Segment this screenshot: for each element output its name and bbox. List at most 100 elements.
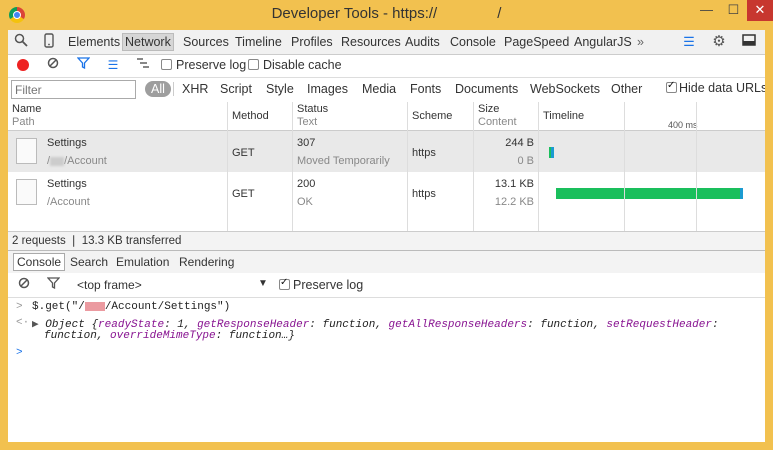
devtools-content: Elements Network Sources Timeline Profil… xyxy=(8,30,765,442)
tab-pagespeed[interactable]: PageSpeed xyxy=(504,34,569,50)
row-path: /Account xyxy=(47,196,90,208)
disable-cache-checkbox[interactable] xyxy=(248,59,259,70)
window-frame: Developer Tools - https:// / — ☐ ✕ Eleme… xyxy=(0,0,773,450)
header-method[interactable]: Method xyxy=(232,110,269,123)
filter-fonts[interactable]: Fonts xyxy=(410,81,441,97)
table-row[interactable]: Settings //Account GET 307 Moved Tempora… xyxy=(8,131,765,172)
tab-audits[interactable]: Audits xyxy=(405,34,440,50)
tab-angularjs[interactable]: AngularJS xyxy=(574,34,632,50)
row-status: 200 xyxy=(297,178,316,190)
gear-icon[interactable]: ⚙ xyxy=(710,33,728,51)
row-scheme: https xyxy=(412,147,436,159)
row-method: GET xyxy=(232,188,255,200)
header-name[interactable]: Name xyxy=(12,103,41,116)
column-divider[interactable] xyxy=(473,102,474,231)
close-button[interactable]: ✕ xyxy=(747,0,773,21)
table-header: Name Path Method Status Text Scheme Size… xyxy=(8,102,765,131)
document-icon xyxy=(16,179,37,205)
row-content: 12.2 KB xyxy=(494,196,534,208)
overview-icon[interactable] xyxy=(135,57,151,73)
filter-media[interactable]: Media xyxy=(362,81,396,97)
preserve-log-checkbox[interactable] xyxy=(161,59,172,70)
timeline-gridline xyxy=(624,102,625,231)
title-bar[interactable]: Developer Tools - https:// / — ☐ ✕ xyxy=(0,0,773,30)
row-status-text: Moved Temporarily xyxy=(297,155,390,167)
row-path: //Account xyxy=(47,155,107,167)
clear-console-icon[interactable] xyxy=(16,277,32,293)
network-table: Name Path Method Status Text Scheme Size… xyxy=(8,102,765,231)
column-divider[interactable] xyxy=(538,102,539,231)
filter-documents[interactable]: Documents xyxy=(455,81,518,97)
header-content[interactable]: Content xyxy=(478,116,517,129)
row-size: 13.1 KB xyxy=(494,178,534,190)
filter-icon[interactable] xyxy=(75,57,91,73)
filter-script[interactable]: Script xyxy=(220,81,252,97)
timeline-bar-receiving xyxy=(551,147,554,158)
inspect-element-icon[interactable] xyxy=(12,33,30,51)
drawer-tab-emulation[interactable]: Emulation xyxy=(116,255,169,269)
panel-tab-bar: Elements Network Sources Timeline Profil… xyxy=(8,30,765,55)
filter-other[interactable]: Other xyxy=(611,81,642,97)
column-divider[interactable] xyxy=(227,102,228,231)
tab-timeline[interactable]: Timeline xyxy=(235,34,282,50)
maximize-button[interactable]: ☐ xyxy=(720,0,747,21)
column-divider[interactable] xyxy=(407,102,408,231)
chevron-down-icon[interactable]: ▼ xyxy=(258,278,268,289)
header-scheme[interactable]: Scheme xyxy=(412,110,452,123)
frame-selector[interactable]: <top frame> xyxy=(77,278,142,292)
filter-websockets[interactable]: WebSockets xyxy=(530,81,600,97)
filter-xhr[interactable]: XHR xyxy=(182,81,208,97)
console-filter-icon[interactable] xyxy=(45,277,61,293)
filter-input[interactable] xyxy=(11,80,136,99)
tab-resources[interactable]: Resources xyxy=(341,34,401,50)
header-path[interactable]: Path xyxy=(12,116,35,129)
drawer-tab-console[interactable]: Console xyxy=(13,253,66,271)
status-summary: 2 requests ❘ 13.3 KB transferred xyxy=(8,231,765,251)
table-row[interactable]: Settings /Account GET 200 OK https 13.1 … xyxy=(8,172,765,213)
row-name: Settings xyxy=(47,137,87,149)
console-preserve-log-checkbox[interactable] xyxy=(279,277,290,290)
timeline-bar-waiting xyxy=(556,188,740,199)
tab-elements[interactable]: Elements xyxy=(68,34,120,50)
expand-triangle-icon[interactable]: ▶ xyxy=(32,319,39,331)
filter-all[interactable]: All xyxy=(145,81,171,97)
row-name: Settings xyxy=(47,178,87,190)
toggle-drawer-icon[interactable]: ☰ xyxy=(680,33,698,51)
disable-cache-label: Disable cache xyxy=(263,58,342,72)
header-text[interactable]: Text xyxy=(297,116,317,129)
row-scheme: https xyxy=(412,188,436,200)
hide-data-urls-checkbox[interactable] xyxy=(666,80,677,93)
record-button[interactable] xyxy=(17,59,29,71)
device-mode-icon[interactable] xyxy=(40,33,58,51)
dock-side-icon[interactable] xyxy=(740,33,758,51)
console-output[interactable]: > $.get("//Account/Settings") <· ▶ Objec… xyxy=(8,298,765,442)
hide-data-urls-label: Hide data URLs xyxy=(679,81,765,95)
tab-network[interactable]: Network xyxy=(122,33,174,51)
header-size[interactable]: Size xyxy=(478,103,499,116)
row-size: 244 B xyxy=(505,137,534,149)
drawer-tab-rendering[interactable]: Rendering xyxy=(179,255,234,269)
row-content: 0 B xyxy=(517,155,534,167)
clear-icon[interactable] xyxy=(45,57,61,73)
row-status-text: OK xyxy=(297,196,313,208)
result-arrow-icon: <· xyxy=(16,317,30,329)
header-status[interactable]: Status xyxy=(297,103,328,116)
prompt-caret-icon: > xyxy=(16,301,23,313)
filter-style[interactable]: Style xyxy=(266,81,294,97)
filter-images[interactable]: Images xyxy=(307,81,348,97)
redacted-text xyxy=(84,301,105,311)
tab-console[interactable]: Console xyxy=(450,34,496,50)
timeline-bar-receiving xyxy=(740,188,743,199)
divider xyxy=(173,82,174,96)
tab-profiles[interactable]: Profiles xyxy=(291,34,333,50)
document-icon xyxy=(16,138,37,164)
column-divider[interactable] xyxy=(292,102,293,231)
drawer-tab-search[interactable]: Search xyxy=(70,255,108,269)
row-method: GET xyxy=(232,147,255,159)
row-status: 307 xyxy=(297,137,316,149)
more-tabs-button[interactable]: » xyxy=(637,34,644,50)
header-timeline[interactable]: Timeline xyxy=(543,110,584,123)
large-rows-icon[interactable]: ☰ xyxy=(105,57,121,73)
tab-sources[interactable]: Sources xyxy=(183,34,229,50)
minimize-button[interactable]: — xyxy=(693,0,720,21)
